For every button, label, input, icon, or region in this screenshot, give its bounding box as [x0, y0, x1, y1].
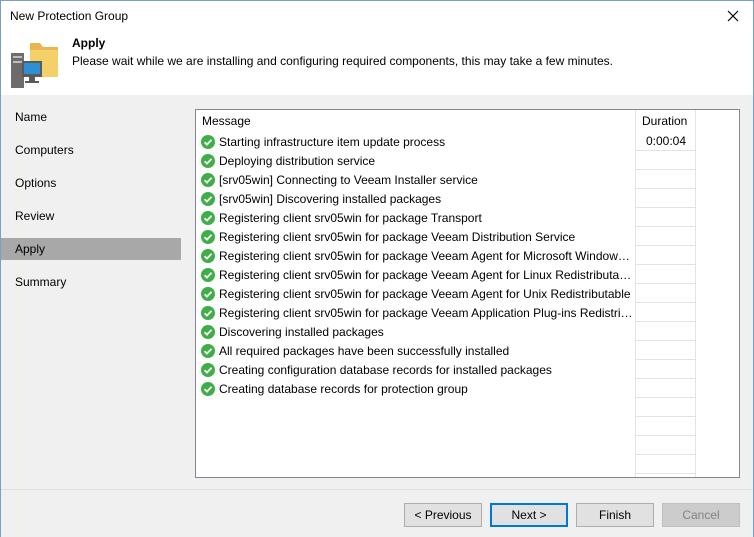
message-text: [srv05win] Connecting to Veeam Installer…: [219, 172, 478, 187]
sidebar-item-apply[interactable]: Apply: [1, 238, 181, 260]
table-row[interactable]: Registering client srv05win for package …: [196, 265, 739, 284]
table-row[interactable]: All required packages have been successf…: [196, 341, 739, 360]
page-title: Apply: [72, 36, 106, 50]
table-row[interactable]: [srv05win] Discovering installed package…: [196, 189, 739, 208]
finish-button[interactable]: Finish: [576, 503, 654, 527]
wizard-footer: < Previous Next > Finish Cancel: [1, 489, 753, 537]
row-divider: [635, 454, 695, 455]
dialog-window: New Protection Group Apply Please wait w…: [0, 0, 754, 537]
message-cell: Starting infrastructure item update proc…: [201, 132, 633, 151]
page-description: Please wait while we are installing and …: [72, 54, 613, 68]
row-divider: [635, 473, 695, 474]
sidebar-item-options[interactable]: Options: [1, 172, 181, 194]
table-row[interactable]: Discovering installed packages: [196, 322, 739, 341]
duration-cell: [636, 303, 696, 322]
success-check-icon: [201, 286, 215, 301]
message-text: Registering client srv05win for package …: [219, 229, 576, 244]
message-text: Creating database records for protection…: [219, 381, 468, 396]
message-cell: Registering client srv05win for package …: [201, 246, 633, 265]
row-divider: [635, 416, 695, 417]
duration-cell: [636, 151, 696, 170]
wizard-header: Apply Please wait while we are installin…: [1, 31, 753, 95]
close-icon: [727, 10, 739, 22]
message-cell: Discovering installed packages: [201, 322, 633, 341]
message-text: [srv05win] Discovering installed package…: [219, 191, 442, 206]
message-cell: Registering client srv05win for package …: [201, 208, 633, 227]
success-check-icon: [201, 248, 215, 263]
message-text: Discovering installed packages: [219, 324, 384, 339]
message-text: Registering client srv05win for package …: [219, 248, 633, 263]
previous-button[interactable]: < Previous: [404, 503, 482, 527]
message-cell: [srv05win] Connecting to Veeam Installer…: [201, 170, 633, 189]
apply-content: Message Duration Starting infrastructure…: [181, 95, 753, 489]
message-cell: Deploying distribution service: [201, 151, 633, 170]
success-check-icon: [201, 172, 215, 187]
duration-cell: [636, 208, 696, 227]
success-check-icon: [201, 305, 215, 320]
sidebar-item-computers[interactable]: Computers: [1, 139, 181, 161]
table-row[interactable]: Registering client srv05win for package …: [196, 246, 739, 265]
success-check-icon: [201, 381, 215, 396]
message-cell: All required packages have been successf…: [201, 341, 633, 360]
message-cell: Creating database records for protection…: [201, 379, 633, 398]
table-row[interactable]: Registering client srv05win for package …: [196, 303, 739, 322]
duration-cell: [636, 341, 696, 360]
message-text: Registering client srv05win for package …: [219, 305, 633, 320]
duration-cell: [636, 265, 696, 284]
row-divider: [635, 435, 695, 436]
table-row[interactable]: Deploying distribution service: [196, 151, 739, 170]
table-row[interactable]: Starting infrastructure item update proc…: [196, 132, 739, 151]
table-row[interactable]: Creating configuration database records …: [196, 360, 739, 379]
column-header-duration[interactable]: Duration: [636, 110, 696, 132]
title-bar: New Protection Group: [1, 1, 753, 31]
duration-cell: [636, 170, 696, 189]
cancel-button: Cancel: [662, 503, 740, 527]
table-row[interactable]: Registering client srv05win for package …: [196, 208, 739, 227]
success-check-icon: [201, 324, 215, 339]
table-row[interactable]: Creating database records for protection…: [196, 379, 739, 398]
log-table[interactable]: Message Duration Starting infrastructure…: [195, 109, 740, 478]
column-header-message[interactable]: Message: [196, 110, 635, 132]
message-text: Starting infrastructure item update proc…: [219, 134, 446, 149]
duration-cell: [636, 360, 696, 379]
duration-cell: 0:00:04: [645, 134, 687, 148]
success-check-icon: [201, 210, 215, 225]
duration-cell: [636, 322, 696, 341]
message-text: Registering client srv05win for package …: [219, 286, 631, 301]
message-cell: Registering client srv05win for package …: [201, 265, 633, 284]
duration-cell: [636, 246, 696, 265]
table-row[interactable]: Registering client srv05win for package …: [196, 227, 739, 246]
next-button[interactable]: Next >: [490, 503, 568, 527]
duration-cell: [636, 227, 696, 246]
message-text: Registering client srv05win for package …: [219, 267, 633, 282]
duration-cell: [636, 379, 696, 398]
duration-cell: [636, 284, 696, 303]
sidebar-item-review[interactable]: Review: [1, 205, 181, 227]
success-check-icon: [201, 229, 215, 244]
table-row[interactable]: [srv05win] Connecting to Veeam Installer…: [196, 170, 739, 189]
sidebar-item-summary[interactable]: Summary: [1, 271, 181, 293]
message-cell: Creating configuration database records …: [201, 360, 633, 379]
success-check-icon: [201, 362, 215, 377]
success-check-icon: [201, 191, 215, 206]
success-check-icon: [201, 343, 215, 358]
message-text: Registering client srv05win for package …: [219, 210, 482, 225]
message-cell: [srv05win] Discovering installed package…: [201, 189, 633, 208]
success-check-icon: [201, 267, 215, 282]
close-button[interactable]: [713, 1, 753, 31]
duration-cell: [636, 189, 696, 208]
success-check-icon: [201, 134, 215, 149]
success-check-icon: [201, 153, 215, 168]
message-cell: Registering client srv05win for package …: [201, 284, 633, 303]
message-text: All required packages have been successf…: [219, 343, 510, 358]
window-title: New Protection Group: [10, 9, 129, 23]
message-text: Creating configuration database records …: [219, 362, 552, 377]
sidebar-item-name[interactable]: Name: [1, 106, 181, 128]
table-row[interactable]: Registering client srv05win for package …: [196, 284, 739, 303]
message-cell: Registering client srv05win for package …: [201, 227, 633, 246]
message-cell: Registering client srv05win for package …: [201, 303, 633, 322]
wizard-steps-sidebar: Name Computers Options Review Apply Summ…: [1, 95, 181, 489]
protection-group-folder-icon: [11, 43, 58, 88]
message-text: Deploying distribution service: [219, 153, 376, 168]
